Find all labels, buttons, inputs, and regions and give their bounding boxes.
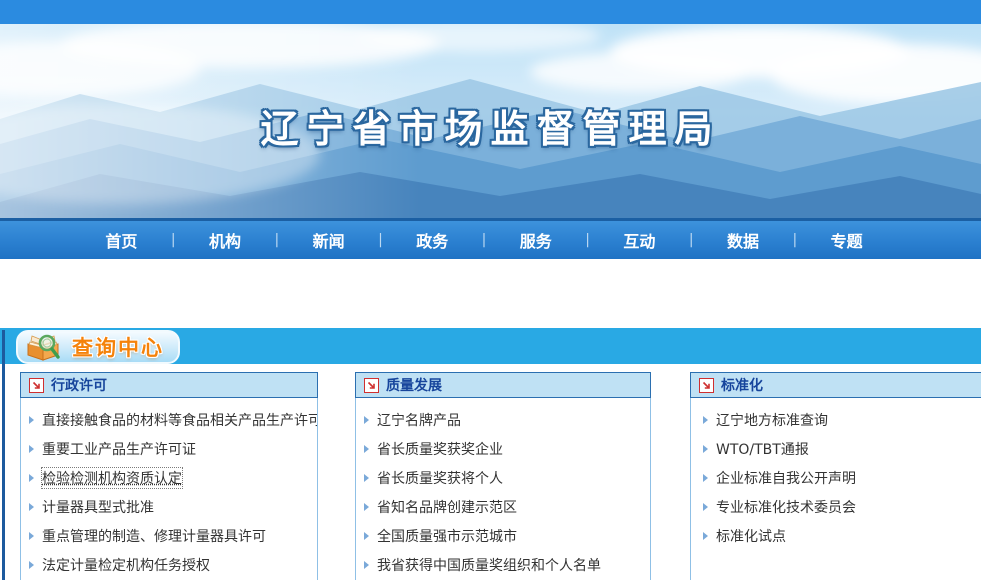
triangle-bullet-icon	[364, 474, 369, 482]
panel-header: 标准化	[690, 372, 981, 398]
triangle-bullet-icon	[703, 532, 708, 540]
list-item[interactable]: 省长质量奖获将个人	[362, 463, 644, 492]
link-label: 全国质量强市示范城市	[377, 526, 517, 546]
panel-title: 标准化	[721, 375, 763, 395]
panel-title: 行政许可	[51, 375, 107, 395]
panel-body: 辽宁地方标准查询 WTO/TBT通报 企业标准自我公开声明 专业标准化技术委员会…	[690, 398, 981, 580]
link-label: 标准化试点	[716, 526, 786, 546]
red-arrow-icon	[364, 378, 379, 393]
list-item[interactable]: 辽宁地方标准查询	[701, 405, 981, 434]
list-item[interactable]: 计量器具型式批准	[27, 492, 311, 521]
triangle-bullet-icon	[29, 445, 34, 453]
nav-item-news[interactable]: 新闻	[279, 228, 378, 252]
panel-standardization: 标准化 辽宁地方标准查询 WTO/TBT通报 企业标准自我公开声明 专业标准化技…	[690, 372, 981, 580]
banner: 辽宁省市场监督管理局	[0, 24, 981, 218]
list-item[interactable]: 辽宁名牌产品	[362, 405, 644, 434]
link-label: 省长质量奖获将个人	[377, 468, 503, 488]
link-label: 我省获得中国质量奖组织和个人名单	[377, 555, 601, 575]
triangle-bullet-icon	[703, 445, 708, 453]
triangle-bullet-icon	[364, 445, 369, 453]
query-center-label: 查询中心	[72, 332, 164, 362]
link-label: 省知名品牌创建示范区	[377, 497, 517, 517]
list-item[interactable]: 重点管理的制造、修理计量器具许可	[27, 521, 311, 550]
list-item[interactable]: 省知名品牌创建示范区	[362, 492, 644, 521]
link-label: 重要工业产品生产许可证	[42, 439, 196, 459]
panel-body: 辽宁名牌产品 省长质量奖获奖企业 省长质量奖获将个人 省知名品牌创建示范区 全国…	[355, 398, 651, 580]
triangle-bullet-icon	[703, 503, 708, 511]
nav-item-gov[interactable]: 政务	[383, 228, 482, 252]
top-blue-bar	[0, 0, 981, 24]
list-item-focused[interactable]: 检验检测机构资质认定	[27, 463, 311, 492]
panel-body: 直接接触食品的材料等食品相关产品生产许可 重要工业产品生产许可证 检验检测机构资…	[20, 398, 318, 580]
nav-item-agency[interactable]: 机构	[176, 228, 275, 252]
site-title: 辽宁省市场监督管理局	[0, 98, 981, 153]
triangle-bullet-icon	[364, 532, 369, 540]
triangle-bullet-icon	[29, 503, 34, 511]
list-item[interactable]: 专业标准化技术委员会	[701, 492, 981, 521]
triangle-bullet-icon	[29, 561, 34, 569]
red-arrow-icon	[699, 378, 714, 393]
panel-header: 行政许可	[20, 372, 318, 398]
query-center-tab[interactable]: 查询中心	[16, 330, 180, 364]
list-item[interactable]: 标准化试点	[701, 521, 981, 550]
nav-item-special[interactable]: 专题	[797, 228, 896, 252]
page: { "banner": { "title": "辽宁省市场监督管理局" }, "…	[0, 0, 981, 580]
link-label: WTO/TBT通报	[716, 439, 809, 459]
panel-administrative-licensing: 行政许可 直接接触食品的材料等食品相关产品生产许可 重要工业产品生产许可证 检验…	[20, 372, 318, 580]
triangle-bullet-icon	[364, 503, 369, 511]
link-label: 辽宁地方标准查询	[716, 410, 828, 430]
left-edge-line	[2, 330, 5, 580]
panel-title: 质量发展	[386, 375, 442, 395]
triangle-bullet-icon	[703, 416, 708, 424]
triangle-bullet-icon	[29, 416, 34, 424]
triangle-bullet-icon	[364, 416, 369, 424]
main-nav: 首页 | 机构 | 新闻 | 政务 | 服务 | 互动 | 数据 | 专题	[0, 218, 981, 259]
link-label: 辽宁名牌产品	[377, 410, 461, 430]
link-label: 直接接触食品的材料等食品相关产品生产许可	[42, 410, 318, 430]
list-item[interactable]: WTO/TBT通报	[701, 434, 981, 463]
link-label: 专业标准化技术委员会	[716, 497, 856, 517]
list-item[interactable]: 省长质量奖获奖企业	[362, 434, 644, 463]
list-item[interactable]: 我省获得中国质量奖组织和个人名单	[362, 550, 644, 579]
list-item[interactable]: 直接接触食品的材料等食品相关产品生产许可	[27, 405, 311, 434]
link-label: 省长质量奖获奖企业	[377, 439, 503, 459]
list-item[interactable]: 全国质量强市示范城市	[362, 521, 644, 550]
list-item[interactable]: 企业标准自我公开声明	[701, 463, 981, 492]
link-label: 计量器具型式批准	[42, 497, 154, 517]
panel-quality-development: 质量发展 辽宁名牌产品 省长质量奖获奖企业 省长质量奖获将个人 省知名品牌创建示…	[355, 372, 651, 580]
nav-item-service[interactable]: 服务	[486, 228, 585, 252]
list-item[interactable]: 法定计量检定机构任务授权	[27, 550, 311, 579]
link-label: 检验检测机构资质认定	[42, 468, 182, 488]
red-arrow-icon	[29, 378, 44, 393]
link-label: 法定计量检定机构任务授权	[42, 555, 210, 575]
list-item[interactable]: 重要工业产品生产许可证	[27, 434, 311, 463]
book-magnifier-icon	[24, 332, 66, 362]
nav-item-interact[interactable]: 互动	[590, 228, 689, 252]
nav-item-data[interactable]: 数据	[694, 228, 793, 252]
link-label: 重点管理的制造、修理计量器具许可	[42, 526, 266, 546]
triangle-bullet-icon	[29, 474, 34, 482]
nav-item-home[interactable]: 首页	[72, 228, 171, 252]
panel-header: 质量发展	[355, 372, 651, 398]
triangle-bullet-icon	[703, 474, 708, 482]
triangle-bullet-icon	[29, 532, 34, 540]
link-label: 企业标准自我公开声明	[716, 468, 856, 488]
triangle-bullet-icon	[364, 561, 369, 569]
